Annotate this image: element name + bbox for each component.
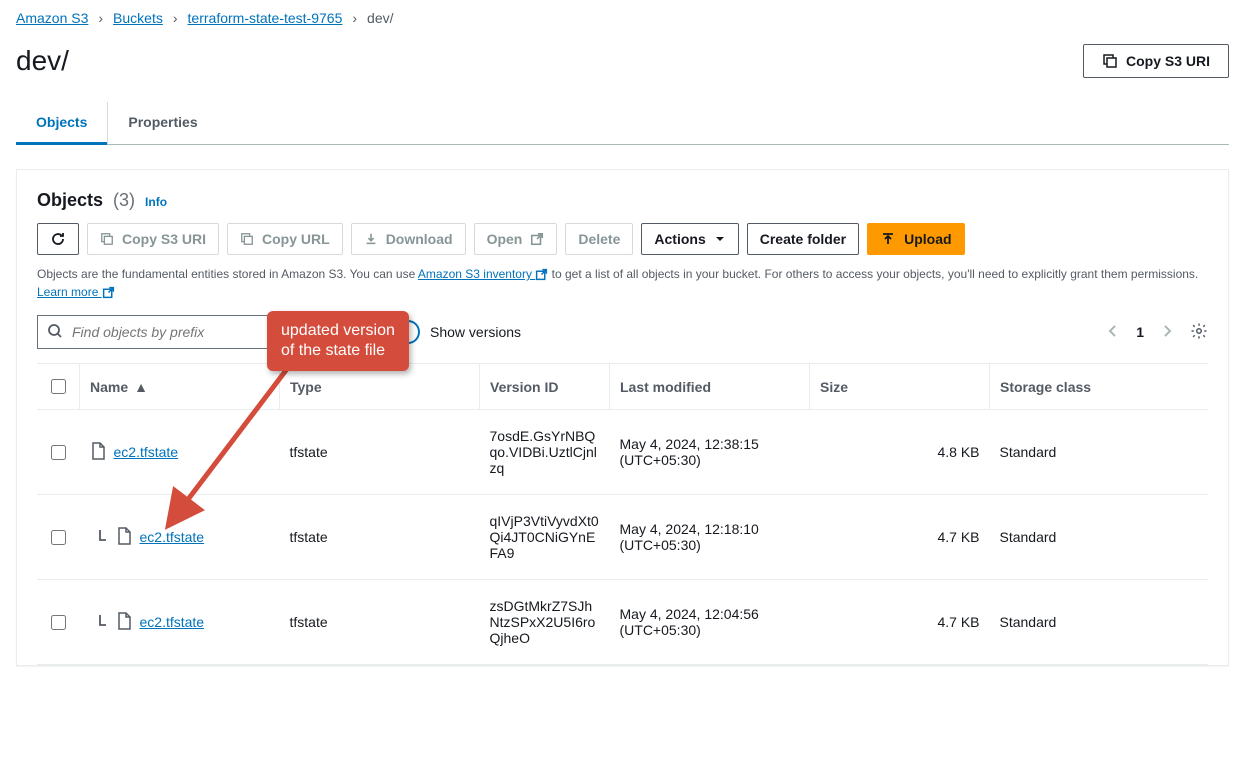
- s3-inventory-link[interactable]: Amazon S3 inventory: [418, 267, 548, 281]
- refresh-icon: [50, 231, 66, 247]
- file-icon: [90, 442, 106, 463]
- object-name-link[interactable]: ec2.tfstate: [140, 529, 205, 545]
- cell-type: tfstate: [280, 495, 480, 580]
- sort-asc-icon: ▲: [134, 379, 148, 395]
- tab-properties[interactable]: Properties: [107, 102, 217, 144]
- table-row: ec2.tfstate tfstatezsDGtMkrZ7SJhNtzSPxX2U…: [37, 580, 1208, 665]
- show-versions-label: Show versions: [430, 324, 521, 340]
- copy-s3-uri-toolbar-button[interactable]: Copy S3 URI: [87, 223, 219, 255]
- cell-storage-class: Standard: [990, 495, 1209, 580]
- delete-button[interactable]: Delete: [565, 223, 633, 255]
- tab-objects[interactable]: Objects: [16, 102, 107, 145]
- breadcrumb-buckets[interactable]: Buckets: [113, 10, 163, 26]
- column-storage-class[interactable]: Storage class: [990, 364, 1209, 410]
- open-button[interactable]: Open: [474, 223, 558, 255]
- title-row: dev/ Copy S3 URI: [16, 44, 1229, 78]
- objects-table: Name▲ Type Version ID Last modified Size…: [37, 363, 1208, 665]
- column-version-id[interactable]: Version ID: [480, 364, 610, 410]
- chevron-right-icon: ›: [173, 10, 178, 26]
- cell-storage-class: Standard: [990, 410, 1209, 495]
- panel-title: Objects: [37, 190, 103, 211]
- external-link-icon: [530, 232, 544, 246]
- cell-type: tfstate: [280, 580, 480, 665]
- row-checkbox[interactable]: [51, 615, 66, 630]
- file-icon: [116, 527, 132, 548]
- breadcrumb-current: dev/: [367, 10, 393, 26]
- copy-s3-uri-button[interactable]: Copy S3 URI: [1083, 44, 1229, 78]
- cell-size: 4.8 KB: [810, 410, 990, 495]
- copy-url-button[interactable]: Copy URL: [227, 223, 343, 255]
- table-row: ec2.tfstate tfstateqIVjP3VtiVyvdXt0Qi4JT0…: [37, 495, 1208, 580]
- cell-version-id: qIVjP3VtiVyvdXt0Qi4JT0CNiGYnEFA9: [480, 495, 610, 580]
- search-icon: [47, 323, 63, 342]
- prev-page-button[interactable]: [1108, 324, 1118, 341]
- table-row: ec2.tfstate tfstate7osdE.GsYrNBQqo.VIDBi.…: [37, 410, 1208, 495]
- copy-icon: [100, 232, 114, 246]
- gear-icon: [1190, 322, 1208, 340]
- column-last-modified[interactable]: Last modified: [610, 364, 810, 410]
- breadcrumb-bucket-name[interactable]: terraform-state-test-9765: [188, 10, 343, 26]
- cell-type: tfstate: [280, 410, 480, 495]
- pagination: 1: [1108, 322, 1208, 343]
- create-folder-button[interactable]: Create folder: [747, 223, 859, 255]
- file-icon: [116, 612, 132, 633]
- row-checkbox[interactable]: [51, 530, 66, 545]
- version-indicator-icon: [98, 529, 108, 546]
- cell-size: 4.7 KB: [810, 495, 990, 580]
- copy-icon: [240, 232, 254, 246]
- caret-down-icon: [714, 233, 726, 245]
- search-row: Show versions 1: [37, 315, 1208, 349]
- upload-icon: [880, 231, 896, 247]
- column-name[interactable]: Name▲: [80, 364, 280, 410]
- objects-panel: Objects (3) Info Copy S3 URI Copy URL Do…: [16, 169, 1229, 666]
- next-page-button[interactable]: [1162, 324, 1172, 341]
- cell-version-id: zsDGtMkrZ7SJhNtzSPxX2U5I6roQjheO: [480, 580, 610, 665]
- panel-description: Objects are the fundamental entities sto…: [37, 265, 1208, 301]
- panel-header: Objects (3) Info: [37, 190, 1208, 211]
- current-page: 1: [1136, 324, 1144, 340]
- object-name-link[interactable]: ec2.tfstate: [114, 444, 179, 460]
- version-indicator-icon: [98, 614, 108, 631]
- refresh-button[interactable]: [37, 223, 79, 255]
- upload-button[interactable]: Upload: [867, 223, 964, 255]
- download-button[interactable]: Download: [351, 223, 466, 255]
- select-all-checkbox[interactable]: [51, 379, 66, 394]
- page-title: dev/: [16, 45, 69, 77]
- row-checkbox[interactable]: [51, 445, 66, 460]
- download-icon: [364, 232, 378, 246]
- object-name-link[interactable]: ec2.tfstate: [140, 614, 205, 630]
- breadcrumbs: Amazon S3 › Buckets › terraform-state-te…: [16, 10, 1229, 26]
- chevron-right-icon: ›: [352, 10, 357, 26]
- cell-size: 4.7 KB: [810, 580, 990, 665]
- cell-last-modified: May 4, 2024, 12:18:10 (UTC+05:30): [610, 495, 810, 580]
- cell-last-modified: May 4, 2024, 12:38:15 (UTC+05:30): [610, 410, 810, 495]
- settings-button[interactable]: [1190, 322, 1208, 343]
- learn-more-link[interactable]: Learn more: [37, 285, 115, 299]
- external-link-icon: [535, 268, 548, 281]
- cell-storage-class: Standard: [990, 580, 1209, 665]
- cell-last-modified: May 4, 2024, 12:04:56 (UTC+05:30): [610, 580, 810, 665]
- panel-count: (3): [113, 190, 135, 211]
- copy-icon: [1102, 53, 1118, 69]
- external-link-icon: [102, 286, 115, 299]
- chevron-right-icon: ›: [98, 10, 103, 26]
- actions-dropdown[interactable]: Actions: [641, 223, 738, 255]
- column-size[interactable]: Size: [810, 364, 990, 410]
- info-link[interactable]: Info: [145, 195, 167, 209]
- breadcrumb-amazon-s3[interactable]: Amazon S3: [16, 10, 88, 26]
- select-all-header: [37, 364, 80, 410]
- cell-version-id: 7osdE.GsYrNBQqo.VIDBi.UztlCjnlzq: [480, 410, 610, 495]
- toolbar: Copy S3 URI Copy URL Download Open Delet…: [37, 223, 1208, 255]
- annotation-callout: updated version of the state file: [267, 311, 409, 371]
- tabs: Objects Properties: [16, 102, 1229, 145]
